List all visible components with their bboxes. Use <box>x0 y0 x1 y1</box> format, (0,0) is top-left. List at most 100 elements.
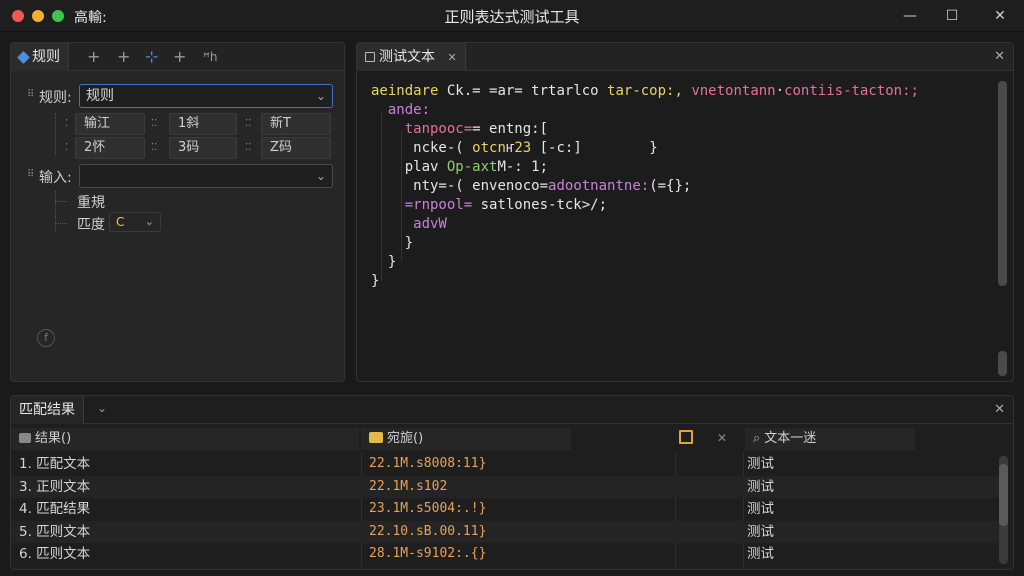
rule-select[interactable]: 规则 ⌄ <box>79 84 333 108</box>
code-token: } <box>371 273 380 289</box>
drag-handle-icon[interactable]: ⁚ <box>65 118 68 129</box>
col-header-text[interactable]: ⌕ 文本一迷 <box>745 428 915 450</box>
grid-cell[interactable]: 1斜 <box>169 113 237 135</box>
branch-icon[interactable]: ⊹ <box>145 48 158 66</box>
rule-label: 规则: <box>39 90 72 106</box>
code-token: otcn <box>472 140 506 156</box>
col-header-text-label: 文本一迷 <box>764 431 817 446</box>
table-row[interactable]: 4. 匹配结果 23.1M.s5004:.!} 测试 <box>11 498 1001 520</box>
option-match-label: 匹度 <box>77 217 105 233</box>
maximize-button[interactable]: ☐ <box>938 4 966 28</box>
code-token: = <box>539 178 549 194</box>
code-token: 23 <box>514 140 540 156</box>
code-token: Ck.= <box>446 83 490 99</box>
clear-icon[interactable]: ✕ <box>717 431 727 445</box>
code-token: · <box>775 83 785 99</box>
code-token: } <box>581 140 658 156</box>
drag-handle-icon[interactable]: ⁚⁚ <box>151 118 157 129</box>
col-header-result[interactable]: 结果() <box>11 428 359 450</box>
code-token: ; <box>682 178 692 194</box>
table-row[interactable]: 5. 匹则文本 22.10.sB.00.11} 测试 <box>11 520 1001 543</box>
cell-text: 测试 <box>747 501 774 517</box>
cell-result: 1. 匹配文本 <box>19 456 91 472</box>
grid-cell[interactable]: 3码 <box>169 137 237 159</box>
add-icon[interactable]: + <box>173 48 186 66</box>
tab-close-icon[interactable]: ✕ <box>447 51 456 64</box>
match-mode-select[interactable]: C ⌄ <box>109 212 161 232</box>
grid-cell[interactable]: 新T <box>261 113 331 135</box>
cell-position: 23.1M.s5004:.!} <box>369 501 487 516</box>
cell-text: 测试 <box>747 478 774 495</box>
tab-test-text[interactable]: 测试文本 ✕ <box>357 43 466 71</box>
editor-scrollbar-thumb[interactable] <box>998 351 1007 376</box>
table-row[interactable]: 1. 匹配文本 22.1M.s8008:11} 测试 <box>11 453 1001 475</box>
chevron-down-icon: ⌄ <box>315 169 326 183</box>
code-line: ncke-( otcnҥ23 [-c:] } <box>371 140 658 156</box>
add-icon[interactable]: + <box>117 48 130 66</box>
tab-results[interactable]: 匹配结果 <box>11 396 84 424</box>
drag-handle-icon[interactable]: ⁚⁚ <box>245 118 251 129</box>
code-token: envenoco <box>472 178 540 194</box>
input-select[interactable]: ⌄ <box>79 164 333 188</box>
code-line: =rnpool= satlones-tck>/; <box>371 197 607 213</box>
code-token: vnetontann <box>691 83 776 99</box>
results-scrollbar-thumb[interactable] <box>999 464 1008 526</box>
code-token: satlones- <box>480 197 557 213</box>
drag-handle-icon[interactable]: ⁚⁚ <box>245 142 251 153</box>
code-token: adootnantne: <box>548 178 650 194</box>
panel-close-icon[interactable]: ✕ <box>994 49 1005 64</box>
drag-handle-icon[interactable]: ⁚ <box>65 142 68 153</box>
code-token: (={} <box>649 178 683 194</box>
drag-handle-icon[interactable]: ⁚⁚ <box>151 142 157 153</box>
code-line: } <box>371 235 413 251</box>
code-token: tck> <box>556 197 591 213</box>
tab-rules-label: 规则 <box>32 49 60 65</box>
info-icon-glyph: f <box>44 331 48 344</box>
tree-node-icon: ⠿ <box>27 89 35 100</box>
code-line: tanpooc== entng:[ <box>371 121 548 137</box>
info-icon[interactable]: f <box>37 329 55 347</box>
col-header-position[interactable]: 宛旎() <box>361 428 571 450</box>
grid-cell[interactable]: 输江 <box>75 113 145 135</box>
code-token: ande: <box>371 102 431 118</box>
code-line: nty=-( envenoco=adootnantne:(={}; <box>371 178 691 194</box>
code-token: aeindare <box>371 83 447 99</box>
tree-guide <box>55 201 67 202</box>
tab-results-label: 匹配结果 <box>19 402 75 418</box>
chevron-down-icon[interactable]: ⌄ <box>97 401 107 415</box>
add-icon[interactable]: + <box>87 48 100 66</box>
cell-position: 22.10.sB.00.11} <box>369 523 487 539</box>
tab-rules[interactable]: 规则 <box>11 43 69 71</box>
close-button[interactable]: ✕ <box>986 4 1014 28</box>
format-icon[interactable]: ꟸh <box>203 48 218 66</box>
code-token: } <box>371 235 414 251</box>
code-token: tar-cop:, <box>607 83 683 99</box>
cell-text: 测试 <box>747 456 774 472</box>
results-panel: 匹配结果 ⌄ ✕ 结果() 宛旎() ✕ ⌕ 文本一迷 1. 匹配文本 22.1M.… <box>10 395 1014 570</box>
cell-position: 22.1M.s8008:11} <box>369 456 487 471</box>
cell-text: 测试 <box>747 546 774 562</box>
panel-close-icon[interactable]: ✕ <box>994 402 1005 417</box>
filter-icon[interactable] <box>679 430 693 444</box>
rules-panel: 规则 + + ⊹ + ꟸh ⠿ 规则: 规则 ⌄ ⁚ 输江 ⁚⁚ 1斜 ⁚⁚ 新… <box>10 42 345 382</box>
minimize-button[interactable]: — <box>896 4 924 28</box>
code-token: =rnpool= <box>371 197 481 213</box>
code-line: } <box>371 273 379 289</box>
code-token: plav <box>371 159 447 175</box>
table-row[interactable]: 3. 正则文本 22.1M.s102 测试 <box>11 475 1001 498</box>
code-token: advW <box>371 216 447 232</box>
editor-scrollbar[interactable] <box>998 81 1007 286</box>
code-token: nty=-( <box>371 178 473 194</box>
search-icon: ⌕ <box>753 431 761 446</box>
grid-cell[interactable]: 2怀 <box>75 137 145 159</box>
results-tabbar: 匹配结果 ⌄ ✕ <box>11 396 1013 424</box>
code-line: ande: <box>371 102 430 118</box>
diamond-icon <box>17 51 30 64</box>
code-token: = <box>472 121 490 137</box>
table-row[interactable]: 6. 匹则文本 28.1M-s9102:.{} 测试 <box>11 543 1001 565</box>
code-token: entng:[ <box>489 121 549 137</box>
grid-cell[interactable]: Z码 <box>261 137 331 159</box>
code-token: =ar= <box>489 83 532 99</box>
cell-result: 6. 匹则文本 <box>19 546 91 562</box>
code-line: aeindare Ck.= =ar= trtarlco tar-cop:, vn… <box>371 83 919 99</box>
